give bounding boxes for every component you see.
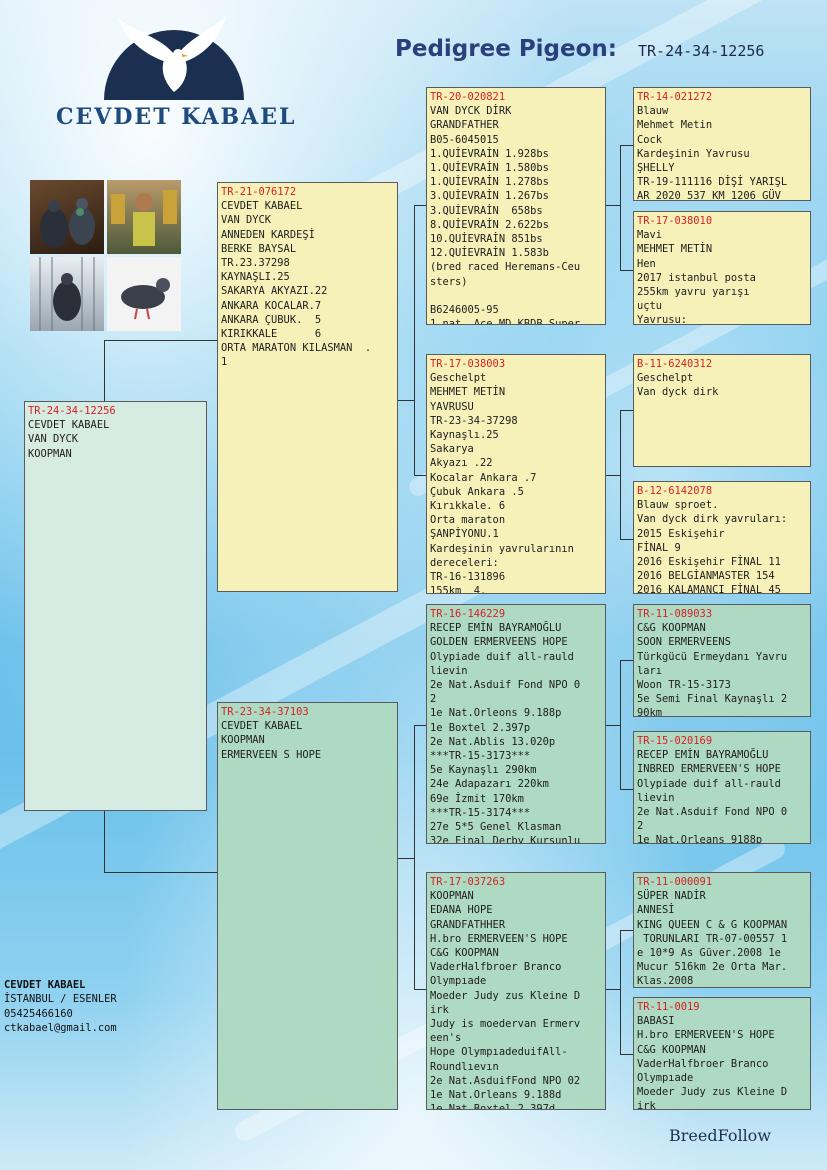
contact-email[interactable]: ctkabael@gmail.com xyxy=(4,1021,117,1035)
dam-card: TR-23-34-37103 CEVDET KABAEL KOOPMAN ERME… xyxy=(217,702,398,1110)
ring-number: TR-11-0019 xyxy=(637,1001,700,1013)
sire-card: TR-21-076172 CEVDET KABAEL VAN DYCK ANNED… xyxy=(217,182,398,592)
pigeon-portrait-photo xyxy=(107,257,181,331)
connector-line xyxy=(620,1054,633,1055)
subject-pigeon-card: TR-24-34-12256 CEVDET KABAEL VAN DYCK KOO… xyxy=(24,401,207,811)
dd-dam-card: TR-11-0019 BABASI H.bro ERMERVEEN'S HOPE … xyxy=(633,997,811,1110)
pigeon-details: VAN DYCK DİRK GRANDFATHER B05-6045015 1.… xyxy=(430,105,581,325)
connector-line xyxy=(620,660,621,790)
dam-dam-card: TR-17-037263 KOOPMAN EDANA HOPE GRANDFATH… xyxy=(426,872,606,1110)
connector-line xyxy=(620,410,621,540)
connector-line xyxy=(414,725,415,990)
pigeon-details: SÜPER NADİR ANNESİ KING QUEEN C & G KOOP… xyxy=(637,890,788,988)
connector-line xyxy=(414,205,415,476)
pigeon-in-loft-photo xyxy=(30,257,104,331)
ring-number: TR-14-021272 xyxy=(637,91,713,103)
connector-line xyxy=(606,475,620,476)
connector-line xyxy=(104,340,217,341)
contact-location: İSTANBUL / ESENLER xyxy=(4,993,117,1006)
connector-line xyxy=(414,989,426,990)
pigeon-details: Geschelpt MEHMET METİN YAVRUSU TR-23-34-… xyxy=(430,372,574,594)
breeder-logo xyxy=(104,14,244,100)
connector-line xyxy=(620,930,621,1055)
connector-line xyxy=(606,725,620,726)
connector-line xyxy=(620,660,633,661)
sire-dam-card: TR-17-038003 Geschelpt MEHMET METİN YAVRU… xyxy=(426,354,606,594)
ring-number: TR-17-038010 xyxy=(637,215,713,227)
connector-line xyxy=(620,145,633,146)
connector-line xyxy=(620,270,633,271)
ring-number: TR-15-020169 xyxy=(637,735,713,747)
connector-line xyxy=(620,930,633,931)
pigeon-details: Blauw Mehmet Metin Cock Kardeşinin Yavru… xyxy=(637,105,788,201)
ring-number: TR-24-34-12256 xyxy=(28,405,116,417)
pigeon-details: BABASI H.bro ERMERVEEN'S HOPE C&G KOOPMA… xyxy=(637,1015,788,1110)
dove-logo-icon xyxy=(104,16,244,100)
page-title: Pedigree Pigeon: xyxy=(395,36,617,62)
ring-number: TR-11-089033 xyxy=(637,608,713,620)
breeder-with-trophies-photo xyxy=(107,180,181,254)
photo-grid xyxy=(30,180,182,331)
pigeon-details: Blauw sproet. Van dyck dirk yavruları: 2… xyxy=(637,499,788,594)
ds-sire-card: TR-11-089033 C&G KOOPMAN SOON ERMERVEENS … xyxy=(633,604,811,717)
connector-line xyxy=(620,789,633,790)
connector-line xyxy=(620,410,633,411)
pigeon-details: Geschelpt Van dyck dirk xyxy=(637,372,719,399)
connector-line xyxy=(104,811,105,873)
connector-line xyxy=(398,400,414,401)
connector-line xyxy=(606,205,620,206)
pigeon-details: CEVDET KABAEL VAN DYCK ANNEDEN KARDEŞİ B… xyxy=(221,200,372,369)
ring-number: TR-21-076172 xyxy=(221,186,297,198)
pigeon-details: KOOPMAN EDANA HOPE GRANDFATHHER H.bro ER… xyxy=(430,890,581,1110)
ds-dam-card: TR-15-020169 RECEP EMİN BAYRAMOĞLU INBRED… xyxy=(633,731,811,844)
ring-number: B-11-6240312 xyxy=(637,358,713,370)
ss-dam-card: TR-17-038010 Mavi MEHMET METİN Hen 2017 i… xyxy=(633,211,811,325)
ring-number: TR-23-34-37103 xyxy=(221,706,309,718)
connector-line xyxy=(104,872,217,873)
sd-dam-card: B-12-6142078 Blauw sproet. Van dyck dirk … xyxy=(633,481,811,594)
contact-name: CEVDET KABAEL xyxy=(4,979,86,991)
ring-number: TR-17-037263 xyxy=(430,876,506,888)
connector-line xyxy=(620,539,633,540)
sd-sire-card: B-11-6240312 Geschelpt Van dyck dirk xyxy=(633,354,811,467)
pigeon-details: C&G KOOPMAN SOON ERMERVEENS Türkgücü Erm… xyxy=(637,622,788,717)
pigeon-details: CEVDET KABAEL KOOPMAN ERMERVEEN S HOPE xyxy=(221,720,322,761)
dam-sire-card: TR-16-146229 RECEP EMİN BAYRAMOĞLU GOLDEN… xyxy=(426,604,606,844)
ring-number: TR-16-146229 xyxy=(430,608,506,620)
ring-number: TR-20-020821 xyxy=(430,91,506,103)
ss-sire-card: TR-14-021272 Blauw Mehmet Metin Cock Kard… xyxy=(633,87,811,201)
pigeon-details: RECEP EMİN BAYRAMOĞLU INBRED ERMERVEEN'S… xyxy=(637,749,788,844)
connector-line xyxy=(620,145,621,271)
pigeon-details: Mavi MEHMET METİN Hen 2017 istanbul post… xyxy=(637,229,756,325)
contact-block: CEVDET KABAEL İSTANBUL / ESENLER 0542546… xyxy=(4,978,117,1035)
connector-line xyxy=(414,725,426,726)
sire-sire-card: TR-20-020821 VAN DYCK DİRK GRANDFATHER B0… xyxy=(426,87,606,325)
pigeon-pair-photo xyxy=(30,180,104,254)
connector-line xyxy=(398,858,414,859)
ring-number: TR-11-000091 xyxy=(637,876,713,888)
breeder-logo-name: CEVDET KABAEL xyxy=(56,104,297,130)
pedigree-ring-id: TR-24-34-12256 xyxy=(638,42,765,60)
connector-line xyxy=(104,340,105,401)
connector-line xyxy=(414,205,426,206)
pigeon-details: CEVDET KABAEL VAN DYCK KOOPMAN xyxy=(28,419,110,460)
contact-phone: 05425466160 xyxy=(4,1007,73,1020)
dd-sire-card: TR-11-000091 SÜPER NADİR ANNESİ KING QUEE… xyxy=(633,872,811,988)
ring-number: B-12-6142078 xyxy=(637,485,713,497)
pigeon-details: RECEP EMİN BAYRAMOĞLU GOLDEN ERMERVEENS … xyxy=(430,622,581,844)
connector-line xyxy=(414,475,426,476)
connector-line xyxy=(606,989,620,990)
ring-number: TR-17-038003 xyxy=(430,358,506,370)
footer-brand: BreedFollow xyxy=(669,1126,772,1145)
